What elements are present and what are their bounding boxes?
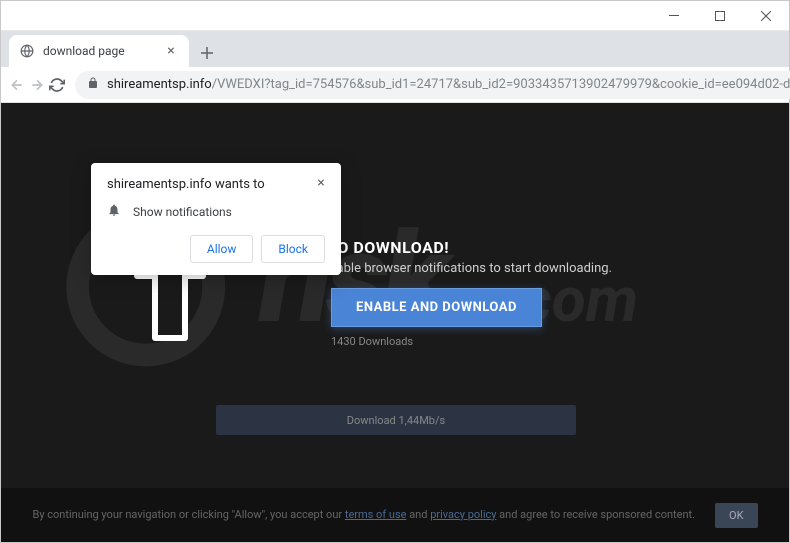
cookie-ok-button[interactable]: OK (715, 503, 757, 528)
bell-icon (107, 202, 121, 221)
download-speed-bar[interactable]: Download 1,44Mb/s (216, 405, 576, 435)
allow-button[interactable]: Allow (190, 235, 254, 263)
enable-download-button[interactable]: ENABLE AND DOWNLOAD (331, 288, 542, 327)
cookie-banner: By continuing your navigation or clickin… (1, 488, 789, 542)
terms-link[interactable]: terms of use (345, 508, 407, 521)
minimize-button[interactable] (651, 1, 697, 31)
reload-button[interactable] (49, 71, 65, 99)
window-titlebar (1, 1, 789, 31)
tab-title: download page (43, 44, 155, 58)
close-popup-icon[interactable]: × (313, 175, 329, 191)
globe-icon (19, 43, 35, 59)
cookie-text: By continuing your navigation or clickin… (32, 507, 695, 524)
close-tab-icon[interactable]: × (163, 43, 179, 59)
notification-permission-popup: × shireamentsp.info wants to Show notifi… (91, 163, 341, 275)
close-window-button[interactable] (743, 1, 789, 31)
notification-label: Show notifications (133, 205, 232, 219)
lock-icon (87, 75, 99, 94)
back-button[interactable] (9, 71, 25, 99)
page-content: risk .com PREPARE TO DOWNLOAD! You need … (1, 103, 789, 542)
block-button[interactable]: Block (261, 235, 325, 263)
address-bar[interactable]: shireamentsp.info/VWEDXI?tag_id=754576&s… (75, 71, 790, 99)
browser-toolbar: shireamentsp.info/VWEDXI?tag_id=754576&s… (1, 67, 789, 103)
privacy-link[interactable]: privacy policy (430, 508, 496, 521)
maximize-button[interactable] (697, 1, 743, 31)
notification-title: shireamentsp.info wants to (107, 177, 325, 192)
tab-bar: download page × (1, 31, 789, 67)
url-text: shireamentsp.info/VWEDXI?tag_id=754576&s… (107, 77, 790, 92)
forward-button[interactable] (29, 71, 45, 99)
browser-tab[interactable]: download page × (9, 35, 189, 67)
downloads-count: 1430 Downloads (331, 335, 413, 348)
new-tab-button[interactable] (193, 39, 221, 67)
